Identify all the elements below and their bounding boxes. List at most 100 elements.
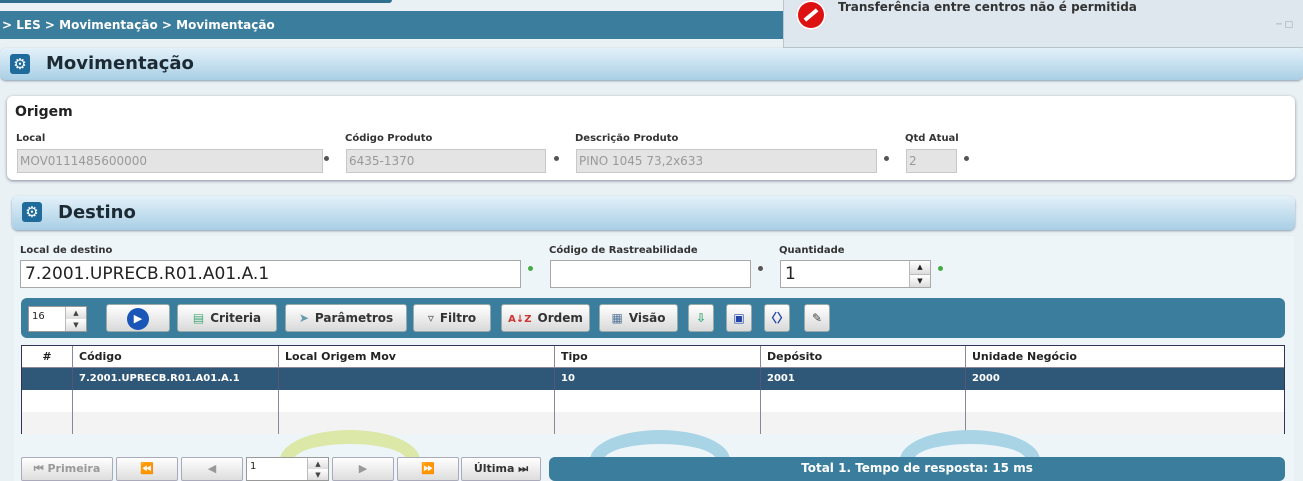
fast-forward-icon: ⏩ [421,462,435,475]
codigo-produto-field[interactable]: 6435-1370 [346,149,546,173]
page-number-stepper[interactable]: 1 ▲ ▼ [246,457,329,481]
rastreabilidade-input[interactable] [550,260,751,288]
stepper-down-icon[interactable]: ▼ [307,469,328,480]
notification-message: Transferência entre centros não é permit… [838,0,1137,14]
codigo-produto-label: Código Produto [345,133,433,144]
descricao-produto-label: Descrição Produto [575,133,679,144]
sort-az-icon: A↓Z [508,314,532,325]
save-icon: ▣ [733,311,745,325]
movimentacao-panel-header: ⚙ Movimentação [0,48,1303,80]
export-icon: ⇩ [695,311,707,325]
valid-indicator-icon [938,266,943,271]
top-accent-line [0,0,392,3]
column-header[interactable]: Unidade Negócio [966,346,1284,368]
column-header[interactable]: Depósito [761,346,966,368]
filtro-button[interactable]: ▿ Filtro [413,304,491,332]
first-page-label: Primeira [47,462,101,475]
next-page-button[interactable]: ▶ [332,457,394,481]
previous-page-button[interactable]: ◀ [181,457,243,481]
run-button[interactable]: ▶ [106,304,170,332]
table-cell: 7.2001.UPRECB.R01.A01.A.1 [73,368,279,390]
save-button[interactable]: ▣ [726,304,752,332]
criteria-label: Criteria [210,311,262,325]
parametros-label: Parâmetros [314,311,394,325]
visao-button[interactable]: ▦ Visão [599,304,678,332]
column-header[interactable]: Tipo [555,346,761,368]
origem-title: Origem [15,104,73,120]
quantidade-label: Quantidade [779,245,845,256]
column-header[interactable]: Código [73,346,279,368]
origem-section: Origem Local MOV0111485600000 Código Pro… [7,96,1295,180]
lookup-indicator-icon [884,156,889,161]
table-cell: 10 [555,368,761,390]
first-page-icon: ⏮ [33,462,44,475]
grid-toolbar: 16 ▲ ▼ ▶ ▤ Criteria ➤ Parâmetros ▿ Filtro A… [21,298,1285,338]
last-page-button[interactable]: Última ⏭ [461,457,541,481]
filtro-label: Filtro [439,311,477,325]
qtd-atual-field[interactable]: 2 [906,149,957,173]
code-button[interactable]: 〈〉 [764,304,790,332]
gear-icon: ⚙ [10,54,30,74]
gear-icon: ⚙ [22,202,42,222]
table-cell: 2001 [761,368,966,390]
stepper-down-icon[interactable]: ▼ [910,275,930,287]
rewind-icon: ⏪ [140,462,154,475]
lookup-indicator-icon [554,156,559,161]
table-row-empty [22,390,1284,412]
ordem-button[interactable]: A↓Z Ordem [501,304,590,332]
grid-view-icon: ▦ [611,311,623,325]
stepper-down-icon[interactable]: ▼ [65,319,86,331]
status-bar: Total 1. Tempo de resposta: 15 ms [549,457,1285,481]
page-title: Movimentação [46,53,194,74]
error-notification: Transferência entre centros não é permit… [783,0,1303,48]
qtd-atual-label: Qtd Atual [905,133,959,144]
visao-label: Visão [628,311,666,325]
lookup-indicator-icon [324,156,329,161]
quantidade-stepper[interactable]: ▲ ▼ [909,261,930,287]
play-icon: ▶ [127,308,149,330]
descricao-produto-field[interactable]: PINO 1045 73,2x633 [576,149,877,173]
notification-controls[interactable]: ─ □ [1276,20,1293,30]
results-table: # Código Local Origem Mov Tipo Depósito … [21,345,1285,434]
rastreabilidade-label: Código de Rastreabilidade [549,245,698,256]
fast-forward-button[interactable]: ⏩ [397,457,459,481]
last-page-label: Última [473,462,515,475]
next-icon: ▶ [358,462,368,475]
stepper-up-icon[interactable]: ▲ [910,261,930,275]
export-button[interactable]: ⇩ [688,304,714,332]
watermark-logo [260,430,1060,460]
destino-panel-header: ⚙ Destino [12,196,1295,230]
rewind-button[interactable]: ⏪ [116,457,178,481]
local-destino-label: Local de destino [20,245,113,256]
criteria-button[interactable]: ▤ Criteria [177,304,277,332]
lookup-indicator-icon [758,266,763,271]
valid-indicator-icon [528,266,533,271]
page-size-value: 16 [32,311,45,322]
destino-title: Destino [58,202,136,223]
settings-icon: ✎ [811,311,823,325]
parametros-button[interactable]: ➤ Parâmetros [285,304,407,332]
table-cell [22,368,73,390]
local-field[interactable]: MOV0111485600000 [17,149,323,173]
local-label: Local [16,133,46,144]
filter-icon: ▿ [427,311,434,325]
table-cell [279,368,555,390]
local-destino-input[interactable]: 7.2001.UPRECB.R01.A01.A.1 [20,260,521,288]
page-size-stepper[interactable]: 16 ▲ ▼ [28,306,87,332]
quantidade-input[interactable]: 1 ▲ ▼ [780,260,931,288]
column-header[interactable]: # [22,346,73,368]
quantidade-value: 1 [785,264,796,284]
lookup-indicator-icon [964,156,969,161]
table-cell: 2000 [972,373,1000,384]
table-row[interactable]: 7.2001.UPRECB.R01.A01.A.1 10 2001 2000 [22,368,1284,390]
column-header[interactable]: Local Origem Mov [279,346,555,368]
previous-icon: ◀ [207,462,217,475]
criteria-icon: ▤ [192,311,205,325]
code-icon: 〈〉 [765,311,790,325]
first-page-button[interactable]: ⏮ Primeira [21,457,113,481]
page-number: 1 [250,461,257,472]
last-page-icon: ⏭ [518,462,529,475]
error-icon [796,0,826,30]
config-button[interactable]: ✎ [804,304,830,332]
tag-icon: ➤ [298,311,309,325]
